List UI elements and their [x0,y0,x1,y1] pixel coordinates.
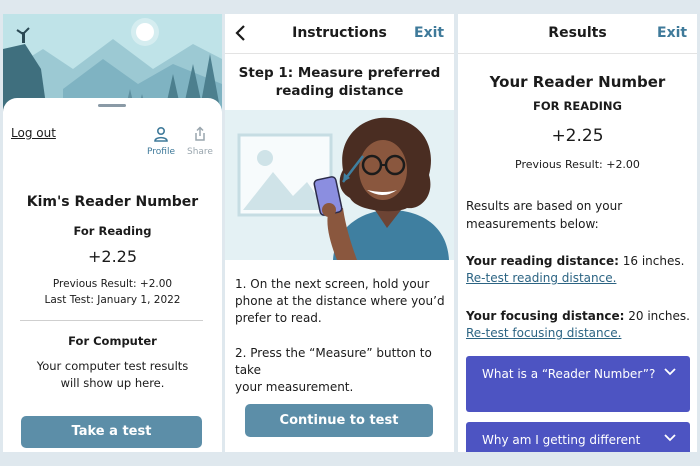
faq-different-results-accordion[interactable]: Why am I getting different [466,422,690,452]
exit-button[interactable]: Exit [414,25,444,41]
computer-message-line: Your computer test results [36,359,189,373]
header-bar: Instructions Exit [225,14,454,54]
instruction-step-1: 1. On the next screen, hold your phone a… [235,276,447,327]
step-heading-line: reading distance [275,83,404,99]
computer-heading: For Computer [68,334,157,348]
instruction-line: 2. Press the “Measure” button to take [235,346,432,377]
accordion-label: Why am I getting different [482,433,641,447]
step-heading-line: Step 1: Measure preferred [238,65,441,81]
take-test-button[interactable]: Take a test [21,416,202,448]
instruction-line: your measurement. [235,380,354,394]
profile-button[interactable]: Profile [144,126,178,157]
focusing-distance-row: Your focusing distance: 20 inches. [466,307,692,325]
reader-number-heading: Your Reader Number [489,73,666,91]
divider [20,320,203,321]
instruction-step-2: 2. Press the “Measure” button to take yo… [235,345,447,396]
focusing-distance-value: 20 inches. [624,309,690,323]
reading-distance-label: Your reading distance: [466,254,619,268]
continue-to-test-button[interactable]: Continue to test [245,404,433,437]
reader-number-value: +2.25 [551,126,604,146]
page-title: Kim's Reader Number [26,194,199,210]
retest-reading-link[interactable]: Re-test reading distance. [466,271,616,285]
logout-link[interactable]: Log out [11,126,56,140]
reading-heading: For Reading [73,224,152,238]
reading-distance-value: 16 inches. [618,254,685,268]
sheet-grabber[interactable] [98,104,126,107]
share-button[interactable]: Share [183,126,217,157]
profile-label: Profile [147,147,175,157]
instruction-line: 1. On the next screen, hold your [235,277,430,291]
chevron-down-icon [664,368,676,376]
results-explanation: Results are based on your measurements b… [466,197,692,233]
bottom-sheet: Log out Profile Share Kim's Reader Numbe… [3,98,222,452]
exit-button[interactable]: Exit [657,25,687,41]
step-heading: Step 1: Measure preferred reading distan… [235,64,444,100]
share-icon [195,126,205,141]
header-bar: Results Exit [458,14,697,54]
explanation-line: measurements below: [466,217,599,231]
instructions-screen: Instructions Exit Step 1: Measure prefer… [225,14,454,452]
last-test-date: Last Test: January 1, 2022 [44,294,181,306]
focusing-distance-label: Your focusing distance: [466,309,625,323]
instruction-line: prefer to read. [235,311,322,325]
for-reading-label: FOR READING [533,99,622,113]
reading-distance-row: Your reading distance: 16 inches. [466,252,692,270]
woman-holding-phone-illustration [225,110,454,260]
explanation-line: Results are based on your [466,199,623,213]
accordion-label: What is a “Reader Number”? [482,367,656,381]
retest-focusing-link[interactable]: Re-test focusing distance. [466,326,621,340]
share-label: Share [187,147,213,157]
instruction-line: phone at the distance where you’d [235,294,445,308]
previous-result: Previous Result: +2.00 [52,278,173,290]
reading-value: +2.25 [87,247,138,266]
results-screen: Results Exit Your Reader Number FOR READ… [458,14,697,452]
profile-icon [154,126,168,142]
previous-result: Previous Result: +2.00 [515,158,640,171]
home-screen: Log out Profile Share Kim's Reader Numbe… [3,14,222,452]
computer-message-line: will show up here. [60,376,165,390]
faq-reader-number-accordion[interactable]: What is a “Reader Number”? [466,356,690,412]
chevron-down-icon [664,434,676,442]
